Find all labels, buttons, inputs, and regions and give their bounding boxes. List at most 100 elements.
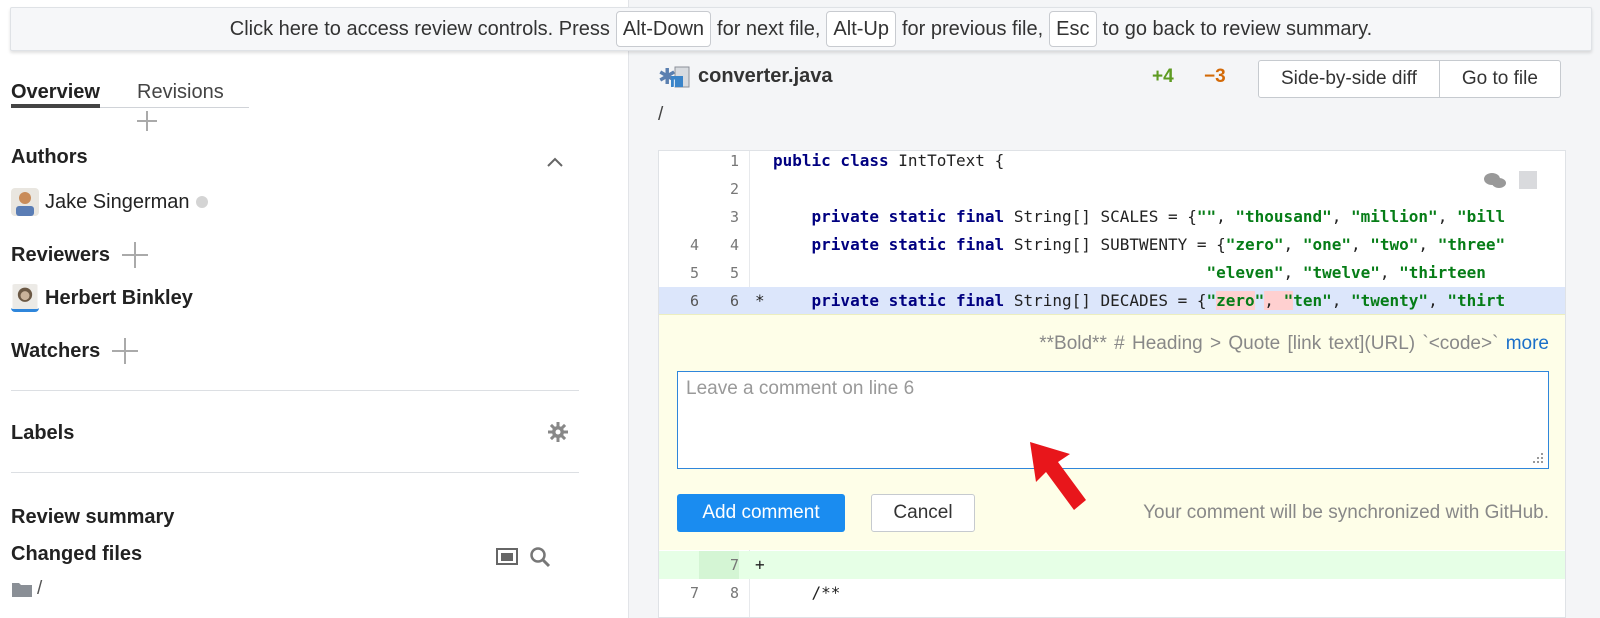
discussion-icon[interactable] — [1483, 171, 1507, 191]
md-quote-hint[interactable]: > Quote — [1210, 333, 1280, 354]
code-string: "ten" — [1283, 291, 1332, 310]
new-line-number: 7 — [699, 551, 739, 579]
inline-comment-editor: **Bold** # Heading > Quote [link text](U… — [659, 314, 1565, 550]
folder-entry[interactable]: / — [11, 578, 42, 600]
more-formatting-link[interactable]: more — [1506, 333, 1549, 354]
reviewers-header: Reviewers — [11, 242, 148, 268]
added-lines-count: +4 — [1152, 66, 1174, 87]
review-sidebar: Overview Revisions Authors Jake Singerma… — [0, 52, 620, 618]
resize-handle-icon[interactable] — [1532, 452, 1544, 464]
code-line: private static final String[] DECADES = … — [811, 291, 1506, 310]
md-code-hint[interactable]: `<code>` — [1422, 333, 1498, 354]
md-link-hint[interactable]: [link text](URL) — [1287, 333, 1415, 354]
side-by-side-diff-button[interactable]: Side-by-side diff — [1259, 61, 1439, 97]
folder-path: / — [37, 578, 43, 599]
reviewer-entry[interactable]: Herbert Binkley — [11, 284, 193, 312]
gear-icon[interactable] — [548, 422, 568, 442]
code-keyword: private static final — [811, 291, 1014, 310]
file-tree-icon[interactable] — [496, 546, 518, 566]
old-line-number: 6 — [689, 292, 699, 310]
md-bold-hint[interactable]: **Bold** — [1039, 333, 1107, 354]
diff-line-added[interactable]: 7 + — [659, 551, 1565, 579]
code-string: "zero" — [1225, 235, 1284, 254]
checkbox-icon[interactable] — [1519, 171, 1537, 189]
reviewer-avatar — [11, 284, 39, 312]
comment-textarea[interactable]: Leave a comment on line 6 — [677, 371, 1549, 469]
old-line-number: 7 — [689, 584, 699, 602]
new-line-number: 8 — [729, 584, 739, 602]
diff-line-selected[interactable]: 6 6 * private static final String[] DECA… — [659, 287, 1565, 315]
file-actions: Side-by-side diff Go to file — [1258, 60, 1561, 98]
change-marker: + — [755, 555, 765, 574]
code-line: private static final String[] SCALES = {… — [811, 207, 1506, 226]
add-reviewer-icon[interactable] — [121, 242, 148, 268]
review-controls-banner[interactable]: Click here to access review controls. Pr… — [10, 7, 1592, 51]
kbd-alt-up: Alt-Up — [826, 11, 896, 47]
divider — [11, 390, 579, 391]
divider — [11, 472, 579, 473]
new-line-number: 2 — [729, 180, 739, 198]
code-text: IntToText { — [898, 151, 1005, 170]
diff-line[interactable]: 3 private static final String[] SCALES =… — [659, 203, 1565, 231]
author-entry[interactable]: Jake Singerman — [11, 188, 208, 216]
new-line-number: 6 — [729, 292, 739, 310]
sidebar-tabs: Overview Revisions — [11, 78, 249, 131]
kbd-esc: Esc — [1049, 11, 1097, 47]
diff-line[interactable]: 7 8 /** — [659, 579, 1565, 607]
svg-text:J: J — [672, 79, 676, 88]
diff-line[interactable]: 2 — [659, 175, 1565, 203]
code-string: "twelve" — [1302, 263, 1380, 282]
labels-title: Labels — [11, 422, 75, 444]
author-name: Jake Singerman — [45, 190, 190, 213]
banner-text-1: Click here to access review controls. Pr… — [229, 17, 610, 40]
code-keyword: private static final — [811, 235, 1014, 254]
add-watcher-icon[interactable] — [112, 338, 139, 364]
code-string: "one" — [1302, 235, 1351, 254]
cancel-button[interactable]: Cancel — [871, 494, 975, 532]
authors-title: Authors — [11, 146, 88, 168]
sync-note: Your comment will be synchronized with G… — [1143, 502, 1549, 523]
banner-text-3: for previous file, — [902, 17, 1044, 40]
code-line: public class IntToText { — [773, 151, 1005, 175]
search-icon[interactable] — [529, 546, 551, 568]
review-summary-link[interactable]: Review summary — [11, 506, 174, 529]
code-string: "" — [1196, 207, 1217, 226]
md-heading-hint[interactable]: # Heading — [1114, 333, 1203, 354]
presence-dot-icon — [195, 196, 208, 208]
new-line-number: 5 — [729, 264, 739, 282]
file-path: / — [658, 104, 664, 125]
changed-files-title: Changed files — [11, 543, 143, 565]
code-string: "thirt — [1447, 291, 1506, 310]
add-revision-icon[interactable] — [137, 110, 157, 131]
diff-line[interactable]: 4 4 private static final String[] SUBTWE… — [659, 231, 1565, 259]
markdown-help: **Bold** # Heading > Quote [link text](U… — [1039, 333, 1549, 355]
new-line-number: 1 — [729, 152, 739, 170]
diff-line[interactable]: 1 public class IntToText { — [659, 151, 1565, 175]
add-comment-button[interactable]: Add comment — [677, 494, 845, 532]
red-arrow-icon — [1030, 442, 1086, 510]
code-string: "zero" — [1206, 291, 1265, 310]
removed-lines-count: −3 — [1204, 66, 1226, 87]
code-line: "eleven", "twelve", "thirteen — [1206, 263, 1486, 282]
code-string: "three" — [1437, 235, 1506, 254]
code-line: private static final String[] SUBTWENTY … — [811, 235, 1506, 254]
file-name[interactable]: converter.java — [698, 65, 833, 88]
tab-revisions[interactable]: Revisions — [137, 78, 249, 134]
watchers-title: Watchers — [11, 339, 101, 362]
watchers-header: Watchers — [11, 338, 139, 364]
banner-text-2: for next file, — [717, 17, 821, 40]
chevron-up-icon[interactable] — [546, 156, 564, 168]
tab-overview[interactable]: Overview — [11, 78, 100, 108]
new-line-number: 4 — [729, 236, 739, 254]
code-keyword: private static final — [811, 207, 1014, 226]
banner-text-4: to go back to review summary. — [1102, 17, 1373, 40]
tab-revisions-label: Revisions — [137, 81, 224, 103]
go-to-file-button[interactable]: Go to file — [1438, 61, 1560, 97]
new-line-number: 3 — [729, 208, 739, 226]
folder-icon — [12, 583, 32, 597]
reviewer-name: Herbert Binkley — [45, 286, 193, 309]
kbd-alt-down: Alt-Down — [615, 11, 712, 47]
diff-view: 1 public class IntToText { 2 3 private s… — [658, 150, 1566, 618]
code-string: "twenty" — [1351, 291, 1429, 310]
diff-line[interactable]: 5 5 "eleven", "twelve", "thirteen — [659, 259, 1565, 287]
